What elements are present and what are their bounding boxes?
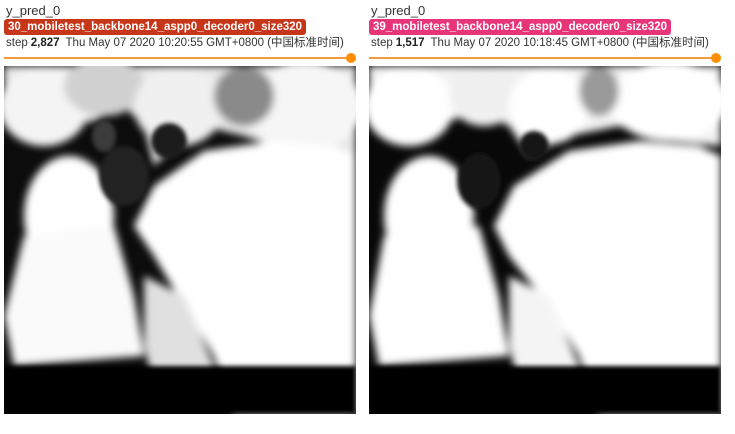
slider-thumb[interactable] <box>711 53 721 63</box>
slider-track[interactable] <box>369 57 716 59</box>
timestamp: Thu May 07 2020 10:18:45 GMT+0800 (中国标准时… <box>430 37 709 49</box>
slider-track[interactable] <box>4 57 351 59</box>
step-slider[interactable] <box>4 53 356 64</box>
step-info: step 1,517 Thu May 07 2020 10:18:45 GMT+08… <box>371 36 709 50</box>
image-card-1: y_pred_0 30_mobiletest_backbone14_aspp0_… <box>4 0 356 434</box>
tag-label: y_pred_0 <box>371 3 426 18</box>
step-value: 1,517 <box>395 37 425 49</box>
slider-thumb[interactable] <box>346 53 356 63</box>
prediction-image <box>369 66 721 414</box>
image-card-2: y_pred_0 39_mobiletest_backbone14_aspp0_… <box>369 0 721 434</box>
grayscale-mask-icon <box>369 66 721 414</box>
run-name-badge: 39_mobiletest_backbone14_aspp0_decoder0_… <box>369 19 672 35</box>
step-slider[interactable] <box>369 53 721 64</box>
step-label: step <box>6 37 28 49</box>
step-label: step <box>371 37 393 49</box>
timestamp: Thu May 07 2020 10:20:55 GMT+0800 (中国标准时… <box>65 37 344 49</box>
prediction-image <box>4 66 356 414</box>
grayscale-mask-icon <box>4 66 356 414</box>
run-name-badge: 30_mobiletest_backbone14_aspp0_decoder0_… <box>4 19 307 35</box>
step-value: 2,827 <box>30 37 60 49</box>
tag-label: y_pred_0 <box>6 3 61 18</box>
step-info: step 2,827 Thu May 07 2020 10:20:55 GMT+08… <box>6 36 344 50</box>
